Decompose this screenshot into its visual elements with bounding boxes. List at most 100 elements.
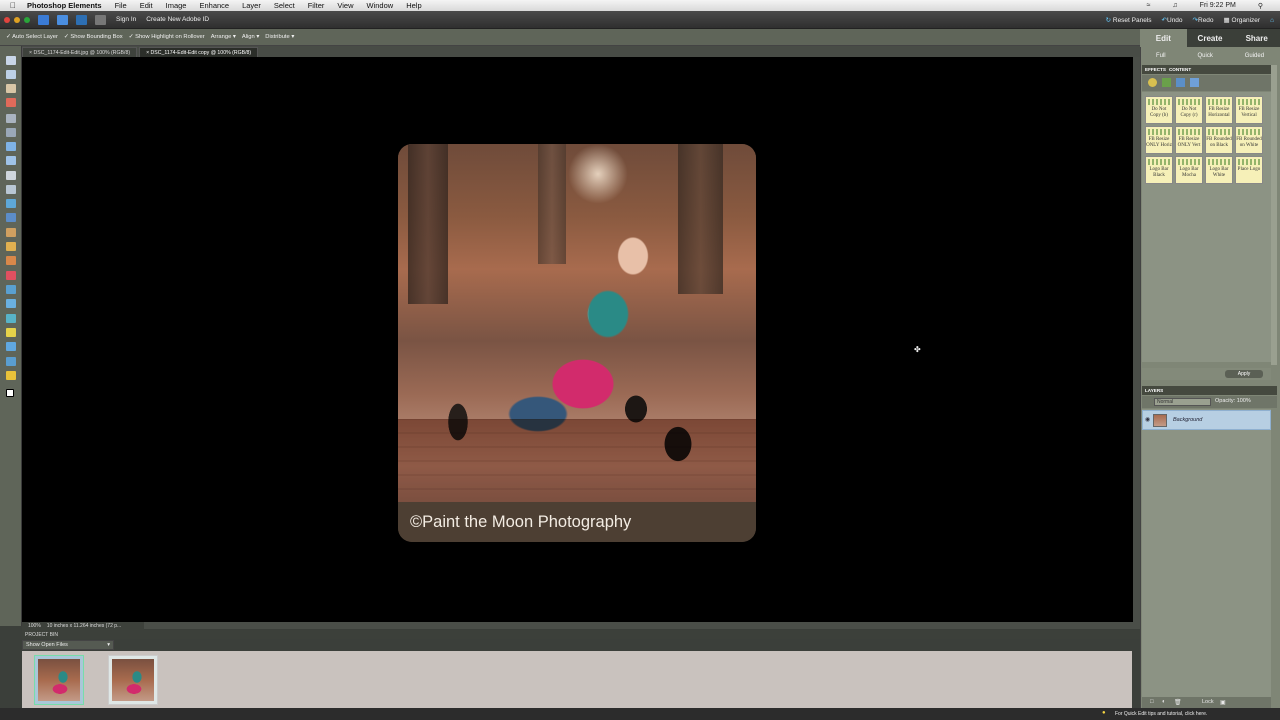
hand-tool-icon[interactable]	[6, 84, 16, 93]
help-icon[interactable]	[76, 14, 87, 25]
effect-item[interactable]: FB Rounded on Black	[1205, 126, 1233, 154]
move-tool-icon[interactable]	[6, 56, 16, 65]
effect-item[interactable]: FB Resize ONLY Horiz	[1145, 126, 1173, 154]
show-highlight-checkbox[interactable]: ✓ Show Highlight on Rollover	[129, 34, 205, 40]
type-tool-icon[interactable]	[6, 171, 16, 180]
photo-effects-icon[interactable]	[1176, 78, 1185, 87]
tab-quick[interactable]: Quick	[1197, 53, 1212, 59]
bin-thumbnail[interactable]	[108, 655, 158, 705]
effect-item[interactable]: FB Rounded on White	[1235, 126, 1263, 154]
menu-filter[interactable]: Filter	[308, 1, 325, 10]
effect-item[interactable]: FB Resize Horizontal	[1205, 96, 1233, 124]
new-layer-icon[interactable]: □	[1150, 699, 1154, 705]
wifi-icon[interactable]: ≈	[1147, 2, 1151, 9]
home-icon[interactable]: ⌂	[1270, 17, 1274, 24]
adjustment-layer-icon[interactable]: ◐	[1162, 699, 1166, 705]
document-tab-active[interactable]: × DSC_1174-Edit-Edit copy @ 100% (RGB/8)	[139, 47, 259, 57]
effect-item[interactable]: Place Logo	[1235, 156, 1263, 184]
effects-scrollbar[interactable]	[1271, 65, 1277, 365]
effect-item[interactable]: Do Not Copy (r)	[1175, 96, 1203, 124]
eye-icon[interactable]: ◉	[1145, 416, 1150, 423]
document-tab[interactable]: × DSC_1174-Edit-Edit.jpg @ 100% (RGB/8)	[22, 47, 138, 57]
brush-tool-icon[interactable]	[6, 285, 16, 294]
filters-icon[interactable]	[1148, 78, 1157, 87]
layer-row[interactable]: ◉ Background	[1142, 410, 1271, 430]
minimize-window-icon[interactable]	[14, 16, 20, 23]
zoom-tool-icon[interactable]	[6, 70, 16, 79]
sponge-tool-icon[interactable]	[6, 371, 16, 380]
tab-effects[interactable]: EFFECTS	[1145, 67, 1166, 72]
tab-full[interactable]: Full	[1156, 53, 1166, 59]
menu-enhance[interactable]: Enhance	[199, 1, 229, 10]
tab-share[interactable]: Share	[1233, 29, 1280, 47]
foreground-color-swatch[interactable]	[6, 389, 14, 397]
apple-icon[interactable]: 	[10, 1, 16, 10]
menu-image[interactable]: Image	[166, 1, 187, 10]
horizontal-scrollbar[interactable]	[144, 622, 1140, 629]
red-eye-tool-icon[interactable]	[6, 228, 16, 237]
effect-item[interactable]: Logo Bar White	[1205, 156, 1233, 184]
shape-tool-icon[interactable]	[6, 342, 16, 351]
menu-select[interactable]: Select	[274, 1, 295, 10]
lasso-tool-icon[interactable]	[6, 128, 16, 137]
crop-tool-icon[interactable]	[6, 185, 16, 194]
bin-thumbnail[interactable]	[34, 655, 84, 705]
lock-icon[interactable]: ▣	[1220, 699, 1226, 706]
effect-item[interactable]: Logo Bar Mocha	[1175, 156, 1203, 184]
close-window-icon[interactable]	[4, 16, 10, 23]
auto-select-layer-checkbox[interactable]: ✓ Auto Select Layer	[6, 34, 58, 40]
tab-create[interactable]: Create	[1187, 29, 1234, 47]
create-adobe-id-link[interactable]: Create New Adobe ID	[146, 16, 209, 23]
tab-edit[interactable]: Edit	[1140, 29, 1187, 47]
marquee-tool-icon[interactable]	[6, 114, 16, 123]
sign-in-link[interactable]: Sign In	[116, 16, 136, 23]
menu-layer[interactable]: Layer	[242, 1, 261, 10]
delete-layer-icon[interactable]: 🗑	[1174, 699, 1182, 706]
recompose-tool-icon[interactable]	[6, 199, 16, 208]
menu-view[interactable]: View	[337, 1, 353, 10]
clone-stamp-tool-icon[interactable]	[6, 256, 16, 265]
reset-panels-button[interactable]: ↻ Reset Panels	[1106, 16, 1152, 24]
distribute-dropdown[interactable]: Distribute ▾	[265, 34, 294, 40]
effect-item[interactable]: FB Resize Vertical	[1235, 96, 1263, 124]
app-icon[interactable]	[38, 14, 49, 25]
apply-button[interactable]: Apply	[1225, 370, 1263, 378]
open-file-icon[interactable]	[57, 14, 68, 25]
align-dropdown[interactable]: Align ▾	[242, 34, 259, 40]
volume-icon[interactable]: ♫	[1172, 2, 1177, 9]
spotlight-icon[interactable]: ⚲	[1258, 2, 1263, 10]
effect-item[interactable]: FB Resize ONLY Vert	[1175, 126, 1203, 154]
eraser-tool-icon[interactable]	[6, 271, 16, 280]
paint-bucket-tool-icon[interactable]	[6, 314, 16, 323]
document-size[interactable]: 10 inches x 11.264 inches (72 p...	[47, 623, 121, 629]
gradient-tool-icon[interactable]	[6, 328, 16, 337]
menu-file[interactable]: File	[115, 1, 127, 10]
styles-icon[interactable]	[1162, 78, 1171, 87]
layout-icon[interactable]	[95, 14, 106, 25]
menu-window[interactable]: Window	[367, 1, 394, 10]
healing-brush-tool-icon[interactable]	[6, 242, 16, 251]
project-bin-filter-select[interactable]: Show Open Files ▾	[22, 640, 114, 650]
actions-icon[interactable]	[1190, 78, 1199, 87]
zoom-level[interactable]: 100%	[28, 623, 41, 629]
blend-mode-select[interactable]: Normal	[1154, 398, 1211, 406]
quick-selection-tool-icon[interactable]	[6, 156, 16, 165]
opacity-control[interactable]: Opacity: 100%	[1215, 398, 1251, 404]
tab-content[interactable]: CONTENT	[1169, 67, 1191, 72]
eyedropper-tool-icon[interactable]	[6, 98, 16, 107]
magic-wand-tool-icon[interactable]	[6, 142, 16, 151]
organizer-button[interactable]: ▦ Organizer	[1224, 16, 1261, 24]
undo-button[interactable]: ↶Undo	[1162, 16, 1183, 24]
smart-brush-tool-icon[interactable]	[6, 299, 16, 308]
arrange-dropdown[interactable]: Arrange ▾	[211, 34, 236, 40]
show-bounding-box-checkbox[interactable]: ✓ Show Bounding Box	[64, 34, 123, 40]
clock[interactable]: Fri 9:22 PM	[1200, 2, 1236, 9]
tab-guided[interactable]: Guided	[1245, 53, 1264, 59]
quick-edit-tip-link[interactable]: For Quick Edit tips and tutorial, click …	[1115, 711, 1207, 717]
vertical-scrollbar[interactable]	[1133, 57, 1140, 625]
cookie-cutter-tool-icon[interactable]	[6, 213, 16, 222]
zoom-window-icon[interactable]	[24, 16, 30, 23]
menu-edit[interactable]: Edit	[140, 1, 153, 10]
menu-help[interactable]: Help	[406, 1, 421, 10]
effect-item[interactable]: Logo Bar Black	[1145, 156, 1173, 184]
